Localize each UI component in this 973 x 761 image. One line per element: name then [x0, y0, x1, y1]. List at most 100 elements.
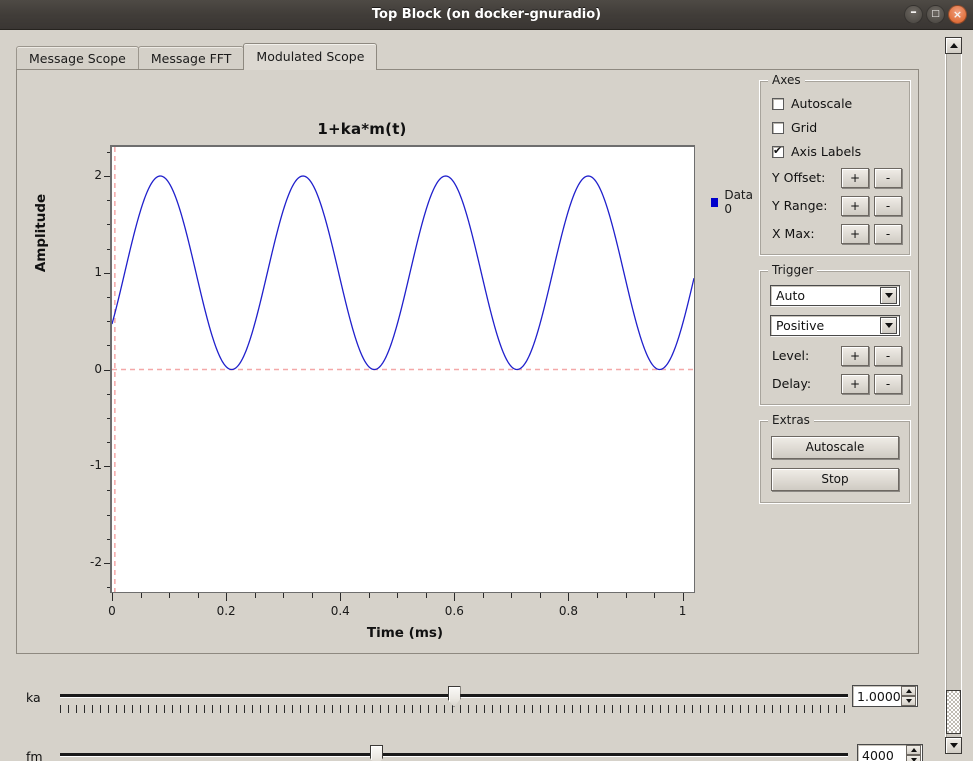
x-max-increase-button[interactable]: +	[841, 223, 869, 244]
x-minor-tick	[368, 593, 370, 598]
slider-handle-ka[interactable]	[447, 686, 461, 707]
tab-message-fft[interactable]: Message FFT	[137, 46, 245, 70]
scroll-up-button[interactable]	[945, 37, 962, 54]
y-tick-label: 1	[94, 264, 102, 279]
x-tick-mark	[454, 593, 456, 601]
x-tick-mark	[340, 593, 342, 601]
scroll-down-button[interactable]	[945, 737, 962, 754]
plot-y-axis-label: Amplitude	[33, 193, 49, 273]
window-titlebar: Top Block (on docker-gnuradio) – □ ×	[0, 0, 973, 30]
extras-panel-title: Extras	[768, 413, 814, 427]
trigger-mode-value: Auto	[776, 288, 806, 303]
stop-button[interactable]: Stop	[771, 468, 899, 491]
waveform-svg	[112, 147, 694, 592]
plot-title: 1+ka*m(t)	[317, 120, 407, 138]
spinbox-ka[interactable]: 1.0000	[852, 685, 918, 707]
x-tick-label: 0.6	[444, 604, 464, 618]
autoscale-button[interactable]: Autoscale	[771, 436, 899, 459]
stepper-row-x-max: X Max: + -	[768, 221, 902, 246]
tab-bar: Message Scope Message FFT Modulated Scop…	[16, 43, 378, 70]
stepper-label-level: Level:	[772, 348, 810, 363]
x-minor-tick	[511, 593, 513, 598]
tab-message-scope[interactable]: Message Scope	[16, 46, 139, 70]
scope-plot: 1+ka*m(t) Amplitude Time (ms) -2 -1 0 1 2 0 0…	[17, 70, 757, 653]
checkbox-row-axis-labels[interactable]: Axis Labels	[768, 141, 902, 162]
level-decrease-button[interactable]: -	[874, 345, 902, 366]
stepper-label-delay: Delay:	[772, 376, 812, 391]
spinbox-down-fm[interactable]	[906, 755, 921, 761]
slider-row-ka: ka 1.0000	[0, 676, 935, 722]
maximize-button[interactable]: □	[926, 5, 945, 24]
legend-swatch-data0	[711, 197, 719, 207]
trigger-slope-select[interactable]: Positive	[770, 315, 900, 336]
x-minor-tick	[283, 593, 285, 598]
trigger-mode-select[interactable]: Auto	[770, 285, 900, 306]
stepper-label-y-offset: Y Offset:	[772, 170, 826, 185]
x-tick-label: 0.2	[216, 604, 236, 618]
level-increase-button[interactable]: +	[841, 345, 869, 366]
spinbox-up-ka[interactable]	[901, 686, 916, 696]
stepper-row-y-range: Y Range: + -	[768, 193, 902, 218]
spinbox-up-fm[interactable]	[906, 745, 921, 755]
x-minor-tick	[425, 593, 427, 598]
chevron-down-icon[interactable]	[880, 287, 897, 304]
spinbox-value-ka: 1.0000	[857, 688, 901, 704]
close-button[interactable]: ×	[948, 5, 967, 24]
chevron-down-icon	[949, 743, 958, 748]
chevron-down-icon[interactable]	[880, 317, 897, 334]
delay-increase-button[interactable]: +	[841, 373, 869, 394]
delay-decrease-button[interactable]: -	[874, 373, 902, 394]
x-tick-mark	[112, 593, 113, 601]
plot-legend: Data 0	[711, 188, 757, 216]
checkbox-grid[interactable]	[772, 121, 784, 134]
y-offset-increase-button[interactable]: +	[841, 167, 869, 188]
minimize-button[interactable]: –	[904, 5, 923, 24]
x-tick-mark	[568, 593, 570, 601]
scrollbar-thumb[interactable]	[946, 690, 961, 734]
x-minor-tick	[169, 593, 171, 598]
main-content: Message Scope Message FFT Modulated Scop…	[0, 30, 935, 761]
tab-modulated-scope[interactable]: Modulated Scope	[243, 43, 378, 70]
x-minor-tick	[197, 593, 199, 598]
stepper-label-x-max: X Max:	[772, 226, 815, 241]
control-column: Axes Autoscale Grid Axis Labels	[759, 73, 911, 518]
x-minor-tick	[397, 593, 399, 598]
checkbox-row-grid[interactable]: Grid	[768, 117, 902, 138]
y-range-increase-button[interactable]: +	[841, 195, 869, 216]
x-max-decrease-button[interactable]: -	[874, 223, 902, 244]
x-minor-tick	[482, 593, 484, 598]
x-minor-tick	[597, 593, 598, 598]
x-minor-tick	[140, 593, 142, 598]
x-tick-label: 0	[108, 604, 116, 618]
spinbox-down-ka[interactable]	[901, 696, 916, 706]
spinbox-value-fm: 4000	[862, 747, 894, 761]
scrollbar-trough[interactable]	[945, 37, 962, 754]
tab-page-modulated-scope: 1+ka*m(t) Amplitude Time (ms) -2 -1 0 1 2 00…	[16, 69, 919, 654]
extras-panel: Extras Autoscale Stop	[759, 413, 911, 504]
spinbox-buttons-fm	[906, 745, 921, 761]
legend-label-data0: Data 0	[724, 188, 753, 216]
checkbox-label-axis-labels: Axis Labels	[791, 144, 862, 159]
slider-handle-fm[interactable]	[370, 745, 383, 761]
slider-track-fm[interactable]	[60, 735, 848, 761]
window-title: Top Block (on docker-gnuradio)	[371, 7, 602, 22]
slider-track-ka[interactable]	[60, 676, 848, 722]
y-range-decrease-button[interactable]: -	[874, 195, 902, 216]
stepper-row-delay: Delay: + -	[768, 371, 902, 396]
y-offset-decrease-button[interactable]: -	[874, 167, 902, 188]
slider-line-fm	[60, 753, 848, 756]
plot-x-axis-label: Time (ms)	[366, 625, 444, 641]
checkbox-axis-labels[interactable]	[772, 144, 784, 158]
slider-label-ka: ka	[26, 690, 41, 705]
checkbox-row-autoscale[interactable]: Autoscale	[768, 93, 902, 114]
plot-canvas[interactable]	[110, 145, 695, 593]
x-tick-mark	[226, 593, 228, 601]
vertical-scrollbar[interactable]	[935, 30, 973, 761]
axes-panel: Axes Autoscale Grid Axis Labels	[759, 73, 911, 256]
y-tick-label: 0	[94, 361, 102, 376]
x-minor-tick	[254, 593, 256, 598]
trigger-panel: Trigger Auto Positive Level: + - Delay: …	[759, 263, 911, 406]
spinbox-fm[interactable]: 4000	[857, 744, 923, 761]
checkbox-autoscale[interactable]	[772, 97, 784, 110]
stepper-label-y-range: Y Range:	[772, 198, 828, 213]
